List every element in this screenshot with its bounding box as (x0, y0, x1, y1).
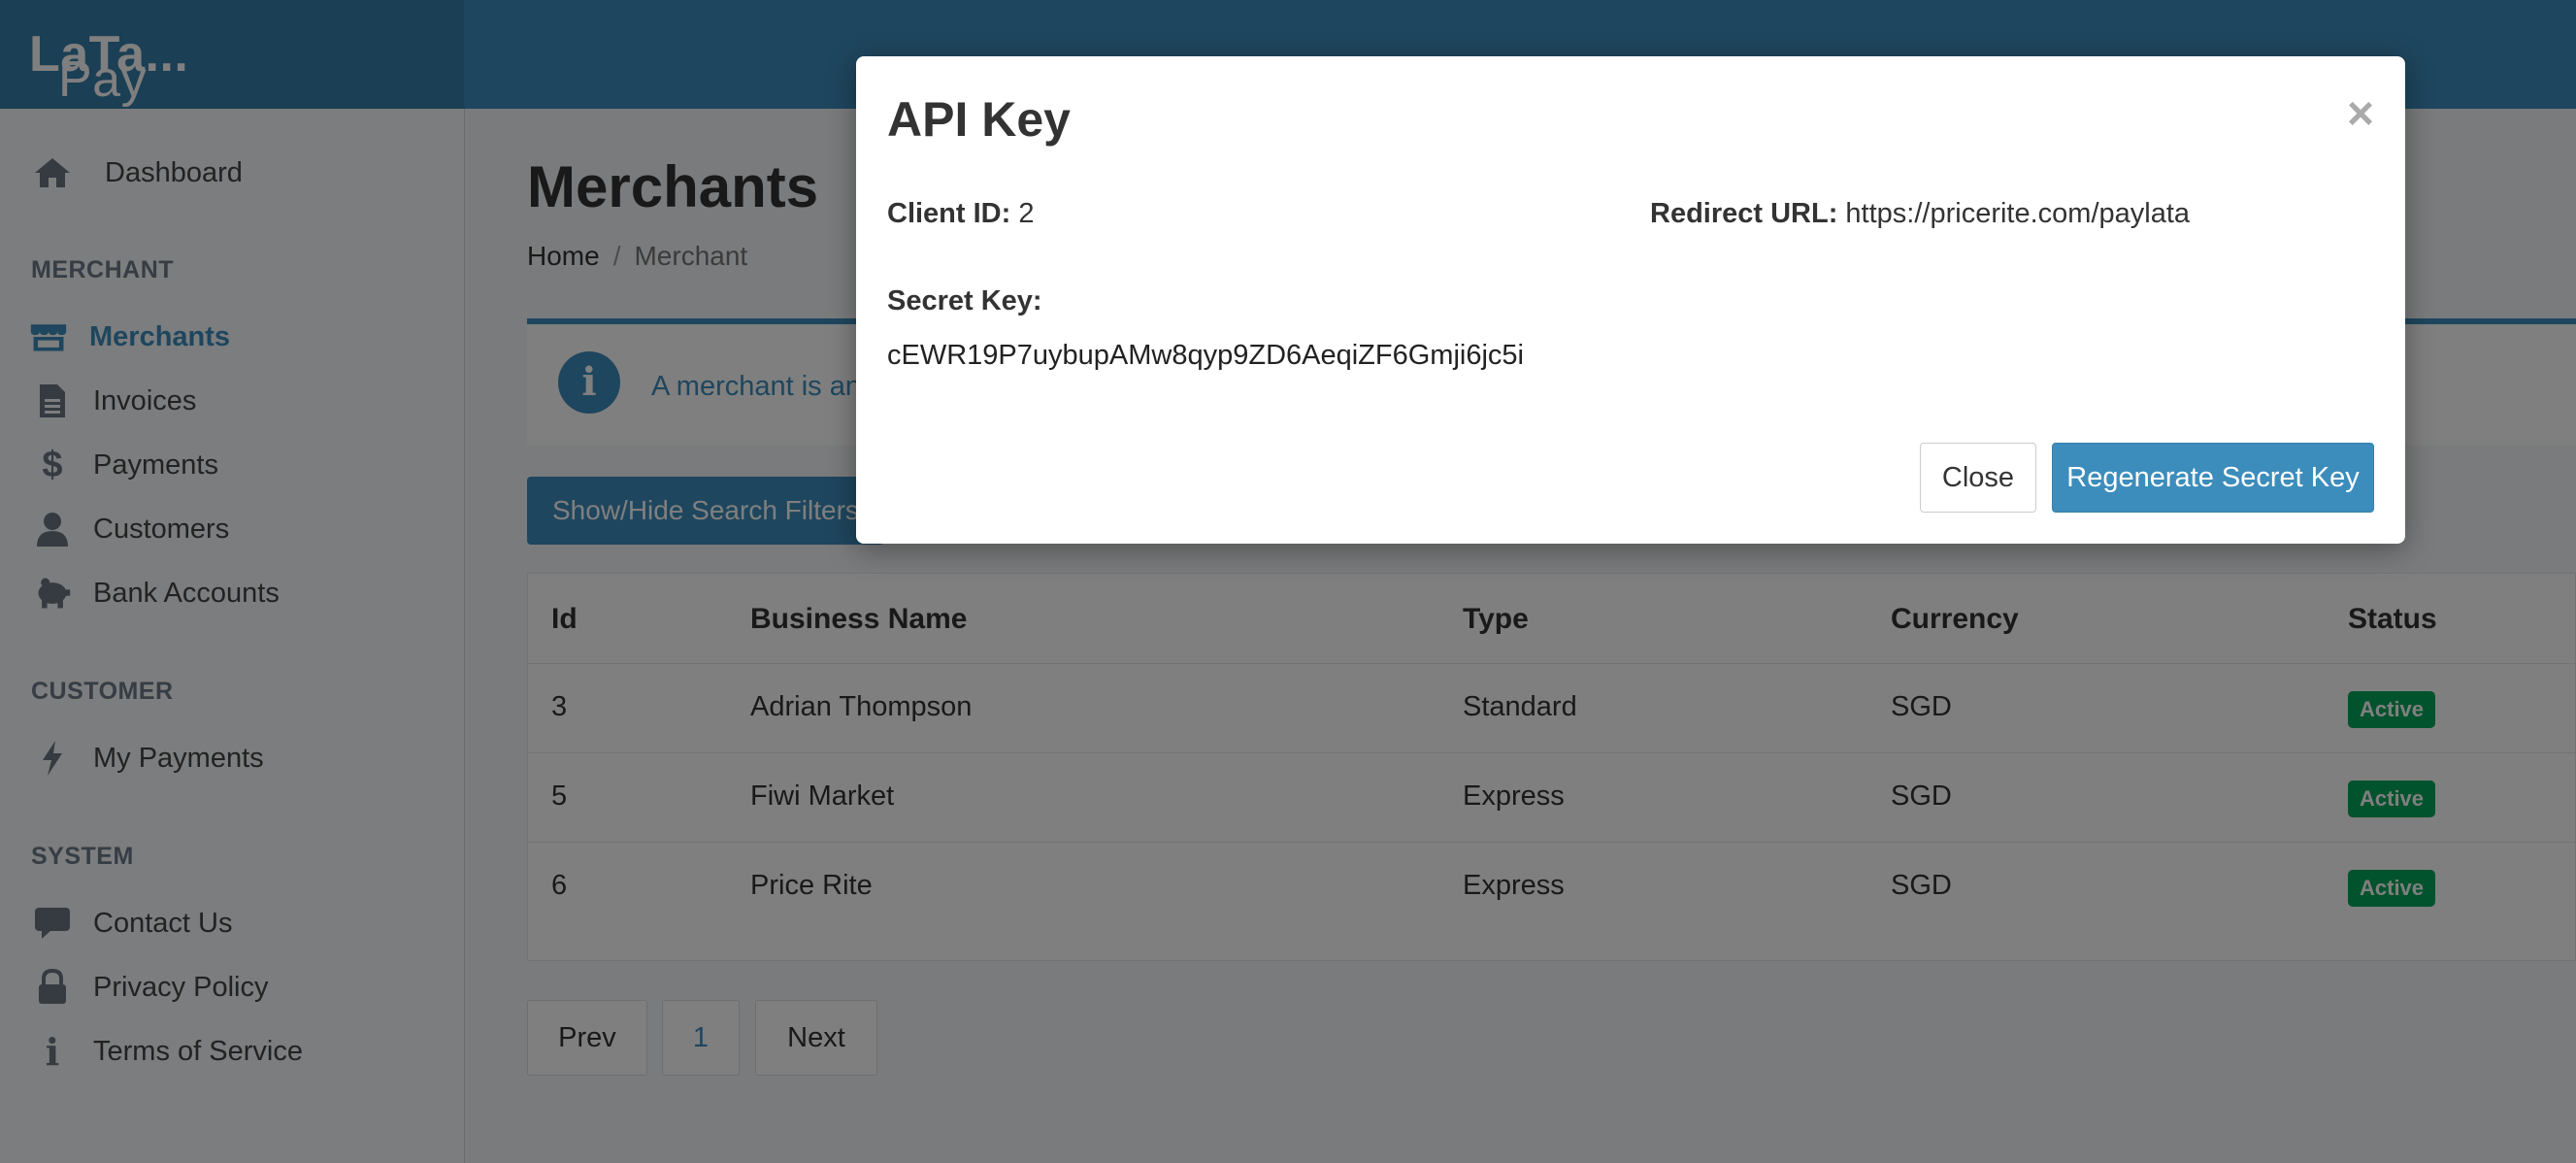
close-icon[interactable]: × (2347, 91, 2374, 138)
client-id-value: 2 (1018, 198, 1035, 229)
close-button[interactable]: Close (1920, 443, 2036, 513)
api-key-modal: API Key × Client ID: 2 Redirect URL: htt… (856, 56, 2405, 544)
redirect-url-label: Redirect URL: (1650, 198, 1838, 229)
regenerate-secret-key-button[interactable]: Regenerate Secret Key (2052, 443, 2374, 513)
redirect-url-field: Redirect URL: https://pricerite.com/payl… (1650, 198, 2190, 230)
secret-key-label: Secret Key: (887, 285, 1042, 317)
secret-key-label-text: Secret Key: (887, 285, 1042, 316)
client-id-label: Client ID: (887, 198, 1011, 229)
redirect-url-value: https://pricerite.com/paylata (1845, 198, 2191, 229)
client-id-field: Client ID: 2 (887, 198, 1034, 230)
secret-key-value: cEWR19P7uybupAMw8qyp9ZD6AeqiZF6Gmji6jc5i (887, 340, 1524, 371)
modal-title: API Key (887, 92, 1071, 147)
